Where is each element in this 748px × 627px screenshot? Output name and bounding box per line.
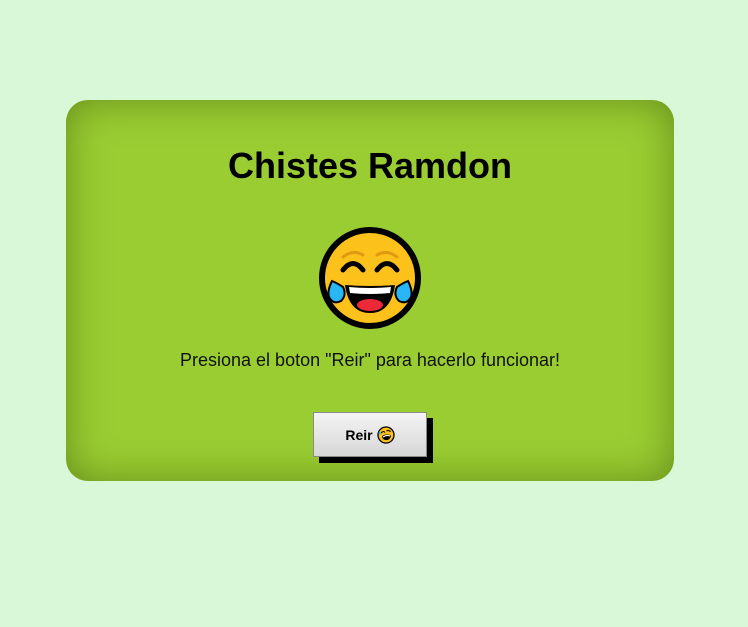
reir-button-label: Reir — [345, 426, 373, 443]
reir-button[interactable]: Reir — [313, 412, 427, 457]
instructions-text: Presiona el boton "Reir" para hacerlo fu… — [180, 350, 560, 370]
joke-card: Chistes Ramdon Presiona el boton "Reir" … — [66, 100, 674, 481]
face-with-tears-of-joy-icon — [319, 227, 421, 329]
rolling-on-the-floor-laughing-icon — [376, 425, 395, 444]
page-title: Chistes Ramdon — [227, 145, 513, 186]
